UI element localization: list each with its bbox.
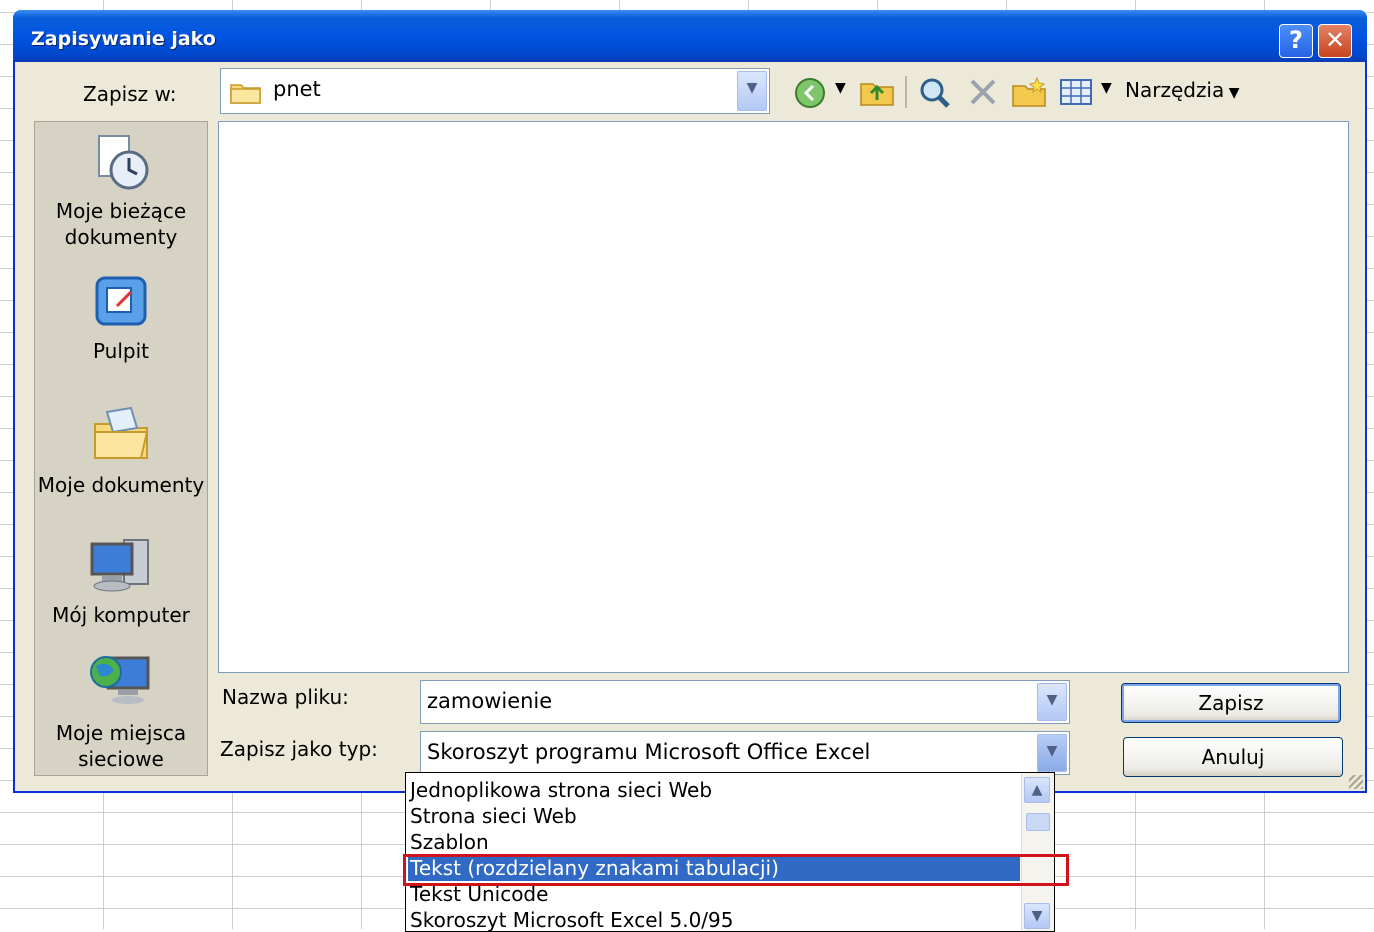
my-documents-icon <box>94 406 149 459</box>
filetype-dropdown-list[interactable]: Jednoplikowa strona sieci Web Strona sie… <box>405 772 1055 932</box>
save-in-label: Zapisz w: <box>83 82 177 106</box>
back-icon[interactable] <box>793 76 827 110</box>
chevron-down-icon: ▼ <box>1031 908 1043 924</box>
filetype-option[interactable]: Jednoplikowa strona sieci Web <box>410 777 712 803</box>
filename-dropdown-button[interactable]: ▼ <box>1037 683 1067 721</box>
cancel-button[interactable]: Anuluj <box>1123 737 1343 777</box>
place-label: Mój komputer <box>52 603 190 627</box>
tools-label: Narzędzia <box>1125 78 1225 102</box>
filetype-value: Skoroszyt programu Microsoft Office Exce… <box>427 740 871 764</box>
close-button[interactable]: ✕ <box>1318 24 1352 58</box>
annotation-highlight-box <box>403 854 1069 886</box>
desktop-icon <box>95 276 147 326</box>
chevron-down-icon: ▼ <box>746 80 758 96</box>
places-bar: Moje bieżące dokumenty Pulpit Moje dokum… <box>34 121 208 776</box>
folder-icon <box>230 84 261 104</box>
filename-value: zamowienie <box>427 689 553 713</box>
tools-menu[interactable]: Narzędzia ▼ <box>1125 78 1239 102</box>
title-bar[interactable]: Zapisywanie jako ? ✕ <box>13 10 1367 62</box>
filetype-dropdown-button[interactable]: ▼ <box>1037 734 1067 772</box>
location-combo[interactable]: pnet ▼ <box>220 68 770 114</box>
location-dropdown-button[interactable]: ▼ <box>737 71 767 111</box>
file-list[interactable] <box>218 121 1349 673</box>
new-folder-icon[interactable] <box>1011 76 1047 108</box>
save-as-dialog: Zapisywanie jako ? ✕ Zapisz w: pnet ▼ ▼ … <box>13 10 1367 793</box>
save-button[interactable]: Zapisz <box>1121 683 1341 723</box>
chevron-down-icon: ▼ <box>1046 692 1058 708</box>
scroll-thumb[interactable] <box>1026 813 1050 831</box>
place-label: Moje miejsca sieciowe <box>55 721 187 771</box>
dialog-title: Zapisywanie jako <box>31 28 216 50</box>
dropdown-scrollbar[interactable]: ▲ ▼ <box>1021 773 1054 931</box>
chevron-up-icon: ▲ <box>1031 782 1043 798</box>
my-computer-icon <box>90 539 149 592</box>
place-label: Pulpit <box>92 339 150 363</box>
up-folder-icon[interactable] <box>859 76 895 108</box>
scroll-up-button[interactable]: ▲ <box>1024 777 1050 803</box>
place-label: Moje dokumenty <box>37 473 205 497</box>
search-web-icon[interactable] <box>917 76 953 110</box>
place-recent-documents[interactable]: Moje bieżące dokumenty <box>35 132 207 250</box>
place-desktop[interactable]: Pulpit <box>35 272 207 364</box>
help-button[interactable]: ? <box>1279 24 1313 58</box>
toolbar-separator <box>905 76 907 108</box>
place-network-places[interactable]: Moje miejsca sieciowe <box>35 650 207 772</box>
network-places-icon <box>90 656 150 704</box>
back-dropdown-arrow-icon[interactable]: ▼ <box>835 80 846 96</box>
filetype-label: Zapisz jako typ: <box>220 737 378 761</box>
resize-grip[interactable] <box>1349 775 1363 789</box>
recent-documents-icon <box>98 135 149 190</box>
place-my-computer[interactable]: Mój komputer <box>35 532 207 628</box>
filetype-option[interactable]: Skoroszyt Microsoft Excel 5.0/95 <box>410 907 733 931</box>
location-value: pnet <box>273 77 321 101</box>
views-dropdown-arrow-icon[interactable]: ▼ <box>1101 80 1112 96</box>
filetype-option[interactable]: Szablon <box>410 829 489 855</box>
views-icon[interactable] <box>1059 76 1093 108</box>
chevron-down-icon: ▼ <box>1046 743 1058 759</box>
place-my-documents[interactable]: Moje dokumenty <box>35 402 207 498</box>
place-label: Moje bieżące dokumenty <box>55 199 187 249</box>
filetype-select[interactable]: Skoroszyt programu Microsoft Office Exce… <box>420 731 1070 775</box>
delete-icon[interactable] <box>967 76 999 108</box>
scroll-down-button[interactable]: ▼ <box>1024 903 1050 929</box>
filetype-option[interactable]: Strona sieci Web <box>410 803 577 829</box>
filename-label: Nazwa pliku: <box>222 685 349 709</box>
filename-input[interactable]: zamowienie ▼ <box>420 680 1070 724</box>
